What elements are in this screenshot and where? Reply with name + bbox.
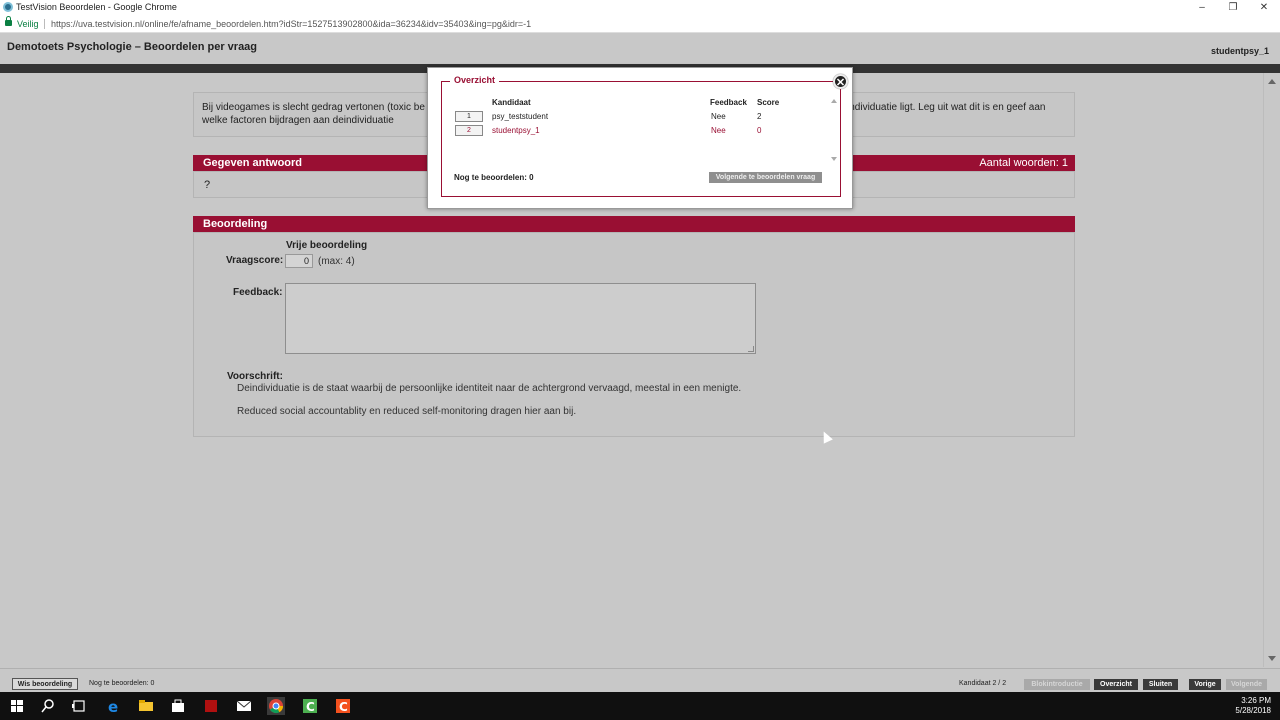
store-icon[interactable] (169, 697, 187, 715)
mail-icon[interactable] (235, 697, 253, 715)
free-assessment-label: Vrije beoordeling (286, 240, 368, 251)
candidate-feedback: Nee (711, 112, 726, 121)
rule-text-line1: Deindividuatie is de staat waarbij de pe… (237, 383, 742, 394)
close-window-button[interactable]: ✕ (1248, 0, 1280, 15)
question-text: Bij videogames is slecht gedrag vertonen… (202, 101, 442, 127)
toolbar-remaining-count: Nog te beoordelen: 0 (89, 680, 155, 687)
overview-scrollbar[interactable] (829, 96, 839, 164)
candidate-score: 0 (757, 126, 762, 135)
page-scrollbar[interactable] (1263, 73, 1280, 667)
svg-text:C: C (306, 700, 315, 714)
overview-dialog: Overzicht ✕ Kandidaat Feedback Score 1 p… (427, 67, 853, 209)
bottom-toolbar: Wis beoordeling Nog te beoordelen: 0 Kan… (0, 668, 1280, 692)
url-text[interactable]: https://uva.testvision.nl/online/fe/afna… (51, 15, 531, 33)
scroll-down-arrow-icon[interactable] (1268, 656, 1276, 661)
candidate-score: 2 (757, 112, 762, 121)
minimize-button[interactable]: – (1186, 0, 1218, 15)
max-score-label: (max: 4) (318, 256, 355, 267)
resize-grip-icon[interactable] (748, 346, 754, 352)
task-view-icon[interactable] (70, 697, 88, 715)
question-text-line2: welke factoren bijdragen aan deindividua… (202, 115, 394, 126)
block-intro-button[interactable]: Blokintroductie (1024, 679, 1090, 690)
question-text-line1: Bij videogames is slecht gedrag vertonen… (202, 102, 425, 113)
rule-label: Voorschrift: (227, 371, 283, 382)
edge-browser-icon[interactable]: e (105, 697, 123, 715)
next-to-assess-button[interactable]: Volgende te beoordelen vraag (709, 172, 822, 183)
column-header-feedback: Feedback (710, 98, 747, 107)
restore-button[interactable]: ❐ (1217, 0, 1249, 15)
previous-button[interactable]: Vorige (1189, 679, 1221, 690)
app-header: Demotoets Psychologie – Beoordelen per v… (0, 33, 1280, 64)
file-explorer-icon[interactable] (137, 697, 155, 715)
feedback-textarea[interactable] (285, 283, 756, 354)
window-title: TestVision Beoordelen - Google Chrome (16, 2, 177, 12)
next-button[interactable]: Volgende (1226, 679, 1267, 690)
search-icon[interactable] (39, 697, 57, 715)
assessment-heading: Beoordeling (193, 216, 1075, 232)
clock-time: 3:26 PM (1241, 696, 1271, 705)
candidate-row-current[interactable]: 2 studentpsy_1 Nee 0 (455, 125, 825, 137)
camtasia-green-icon[interactable]: C (301, 697, 319, 715)
overview-remaining-count: Nog te beoordelen: 0 (454, 173, 534, 182)
candidate-index-button[interactable]: 1 (455, 111, 483, 122)
column-header-candidate: Kandidaat (492, 98, 531, 107)
score-label: Vraagscore: (226, 255, 284, 266)
windows-start-icon[interactable] (8, 697, 26, 715)
candidate-index-button[interactable]: 2 (455, 125, 483, 136)
lock-icon (5, 16, 12, 26)
feedback-label: Feedback: (233, 287, 283, 298)
candidate-counter: Kandidaat 2 / 2 (959, 680, 1007, 687)
page-title: Demotoets Psychologie – Beoordelen per v… (7, 41, 258, 53)
overview-button[interactable]: Overzicht (1094, 679, 1138, 690)
close-button[interactable]: Sluiten (1143, 679, 1178, 690)
candidate-name: studentpsy_1 (492, 126, 540, 135)
user-name: studentpsy_1 (1210, 46, 1269, 56)
candidate-feedback: Nee (711, 126, 726, 135)
score-input[interactable]: 0 (285, 254, 313, 268)
chrome-icon[interactable] (267, 697, 285, 715)
secure-label: Veilig (17, 19, 39, 29)
word-count: Aantal woorden: 1 (979, 157, 1068, 169)
clear-assessment-button[interactable]: Wis beoordeling (12, 678, 78, 690)
answer-text: ? (204, 179, 211, 191)
close-icon[interactable]: ✕ (833, 74, 848, 89)
testvision-app-icon (3, 2, 13, 12)
question-text-continued: individuatie ligt. Leg uit wat dit is en… (847, 102, 1046, 113)
address-bar[interactable]: Veilig https://uva.testvision.nl/online/… (0, 15, 1280, 33)
scroll-down-arrow-icon[interactable] (831, 157, 837, 161)
scroll-up-arrow-icon[interactable] (1268, 79, 1276, 84)
camtasia-orange-icon[interactable]: C (334, 697, 352, 715)
rule-text-line2: Reduced social accountablity en reduced … (237, 406, 577, 417)
candidate-row[interactable]: 1 psy_teststudent Nee 2 (455, 111, 825, 123)
red-app-icon[interactable] (202, 697, 220, 715)
window-titlebar: TestVision Beoordelen - Google Chrome – … (0, 0, 1280, 15)
scroll-up-arrow-icon[interactable] (831, 99, 837, 103)
svg-text:C: C (339, 700, 348, 714)
system-clock[interactable]: 3:26 PM 5/28/2018 (1235, 696, 1271, 716)
windows-taskbar: e C C 3:26 PM 5/28/2018 (0, 692, 1280, 720)
column-header-score: Score (757, 98, 780, 107)
answer-heading-label: Gegeven antwoord (203, 157, 303, 169)
url-divider (44, 19, 45, 29)
overview-legend: Overzicht (450, 75, 500, 85)
svg-text:e: e (108, 698, 118, 715)
candidate-name: psy_teststudent (492, 112, 549, 121)
clock-date: 5/28/2018 (1235, 706, 1271, 715)
